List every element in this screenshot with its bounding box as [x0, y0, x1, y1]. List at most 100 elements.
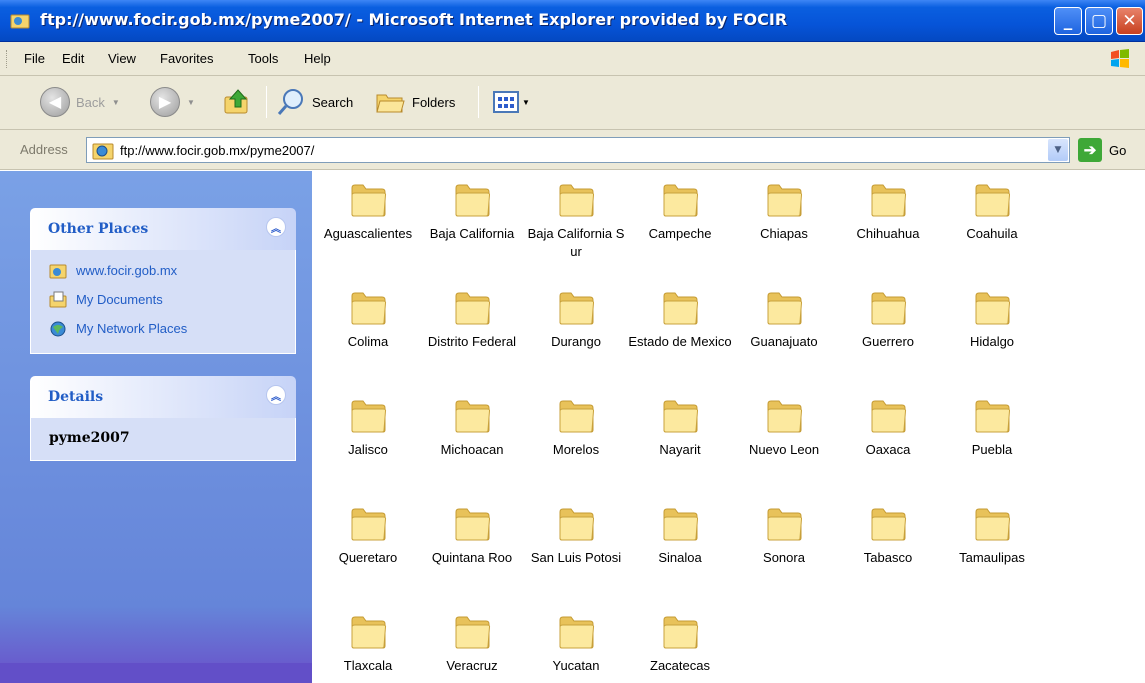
- folder-icon: [975, 184, 1011, 217]
- address-bar: Address ftp://www.focir.gob.mx/pyme2007/…: [0, 130, 1145, 170]
- task-pane: Other Places ︽ www.focir.gob.mx My Docum…: [0, 171, 312, 683]
- folder-icon: [663, 292, 699, 325]
- folder-item[interactable]: Queretaro: [316, 505, 420, 567]
- folder-icon: [455, 508, 491, 541]
- folder-item[interactable]: Michoacan: [420, 397, 524, 459]
- folder-label: Chihuahua: [856, 226, 920, 241]
- folder-icon: [351, 616, 387, 649]
- folder-item[interactable]: Guerrero: [836, 289, 940, 351]
- folder-label: Chiapas: [760, 226, 808, 241]
- forward-button[interactable]: ▶ ▼: [150, 86, 195, 118]
- folder-item[interactable]: Puebla: [940, 397, 1044, 459]
- views-icon: [493, 91, 519, 113]
- folder-icon: [871, 508, 907, 541]
- folder-item[interactable]: Sinaloa: [628, 505, 732, 567]
- search-label: Search: [312, 94, 354, 110]
- folder-item[interactable]: Nuevo Leon: [732, 397, 836, 459]
- menu-tools[interactable]: Tools: [248, 51, 278, 66]
- folder-icon: [767, 508, 803, 541]
- place-my-documents[interactable]: My Documents: [31, 285, 295, 314]
- folder-icon: [871, 292, 907, 325]
- folder-item[interactable]: Jalisco: [316, 397, 420, 459]
- folder-item[interactable]: Chihuahua: [836, 181, 940, 243]
- folder-label: Zacatecas: [650, 658, 710, 673]
- menu-edit[interactable]: Edit: [62, 51, 84, 66]
- folders-icon: [376, 94, 405, 113]
- up-folder-button[interactable]: [222, 86, 252, 118]
- back-button[interactable]: ◀ Back ▼: [40, 86, 120, 118]
- folder-item[interactable]: Coahuila: [940, 181, 1044, 243]
- folder-label: Estado de Mexico: [628, 334, 732, 349]
- menu-view[interactable]: View: [108, 51, 136, 66]
- place-focir-site[interactable]: www.focir.gob.mx: [31, 256, 295, 285]
- menu-help[interactable]: Help: [304, 51, 331, 66]
- folder-item[interactable]: Colima: [316, 289, 420, 351]
- other-places-header[interactable]: Other Places ︽: [30, 208, 296, 250]
- menu-favorites[interactable]: Favorites: [160, 51, 213, 66]
- details-title: Details: [48, 389, 104, 405]
- folder-label: Nuevo Leon: [748, 442, 820, 457]
- folder-label: Campeche: [648, 226, 712, 241]
- folder-label: Baja California: [429, 226, 515, 241]
- go-button[interactable]: ➔ Go: [1078, 138, 1126, 162]
- folder-item[interactable]: Tamaulipas: [940, 505, 1044, 567]
- collapse-icon[interactable]: ︽: [266, 217, 286, 237]
- folder-label: Durango: [551, 334, 601, 349]
- folder-label: Hidalgo: [969, 334, 1015, 349]
- folder-label: Quintana Roo: [431, 550, 513, 565]
- address-input[interactable]: ftp://www.focir.gob.mx/pyme2007/ ▼: [86, 137, 1070, 163]
- folder-label: Tamaulipas: [959, 550, 1025, 565]
- task-pane-footer: [0, 663, 312, 683]
- folder-icon: [975, 400, 1011, 433]
- folder-icon: [455, 400, 491, 433]
- folder-item[interactable]: Nayarit: [628, 397, 732, 459]
- folder-item[interactable]: Distrito Federal: [420, 289, 524, 351]
- folder-icon: [663, 508, 699, 541]
- place-label: My Documents: [76, 292, 163, 307]
- folder-label: Queretaro: [338, 550, 398, 565]
- folder-item[interactable]: Chiapas: [732, 181, 836, 243]
- folder-item[interactable]: Morelos: [524, 397, 628, 459]
- menu-bar: File Edit View Favorites Tools Help: [0, 42, 1145, 76]
- folder-item[interactable]: Baja California: [420, 181, 524, 243]
- folder-icon: [663, 616, 699, 649]
- folder-item[interactable]: Sonora: [732, 505, 836, 567]
- details-header[interactable]: Details ︽: [30, 376, 296, 418]
- close-icon[interactable]: ✕: [1116, 7, 1143, 35]
- folder-item[interactable]: Quintana Roo: [420, 505, 524, 567]
- folder-item[interactable]: San Luis Potosi: [524, 505, 628, 567]
- folder-item[interactable]: Oaxaca: [836, 397, 940, 459]
- folder-item[interactable]: Aguascalientes: [316, 181, 420, 243]
- folders-button[interactable]: Folders: [374, 86, 455, 118]
- folder-icon: [455, 184, 491, 217]
- go-label: Go: [1109, 142, 1127, 158]
- folder-icon: [559, 292, 595, 325]
- folder-label: Puebla: [971, 442, 1013, 457]
- folder-item[interactable]: Veracruz: [420, 613, 524, 675]
- minimize-icon[interactable]: _: [1054, 7, 1082, 35]
- address-dropdown-button[interactable]: ▼: [1048, 139, 1068, 161]
- folder-item[interactable]: Estado de Mexico: [628, 289, 732, 351]
- views-button[interactable]: ▼: [492, 86, 530, 118]
- details-body: pyme2007: [30, 418, 296, 461]
- collapse-icon[interactable]: ︽: [266, 385, 286, 405]
- folder-item[interactable]: Yucatan: [524, 613, 628, 675]
- maximize-icon[interactable]: ▢: [1085, 7, 1113, 35]
- up-folder-icon: [224, 89, 248, 114]
- folder-label: Yucatan: [552, 658, 600, 673]
- folder-item[interactable]: Campeche: [628, 181, 732, 243]
- folder-item[interactable]: Zacatecas: [628, 613, 732, 675]
- folder-view: Aguascalientes Baja California Baja Califo…: [312, 171, 1145, 683]
- ftp-folder-icon: [49, 264, 67, 278]
- search-button[interactable]: Search: [276, 86, 353, 118]
- folder-item[interactable]: Durango: [524, 289, 628, 351]
- menu-file[interactable]: File: [24, 51, 45, 66]
- back-label: Back: [76, 94, 105, 110]
- folder-item[interactable]: Guanajuato: [732, 289, 836, 351]
- folder-item[interactable]: Tlaxcala: [316, 613, 420, 675]
- folder-item[interactable]: Tabasco: [836, 505, 940, 567]
- folder-item[interactable]: Hidalgo: [940, 289, 1044, 351]
- folder-icon: [975, 292, 1011, 325]
- folder-item[interactable]: Baja California Sur: [524, 181, 628, 261]
- place-my-network-places[interactable]: My Network Places: [31, 314, 295, 343]
